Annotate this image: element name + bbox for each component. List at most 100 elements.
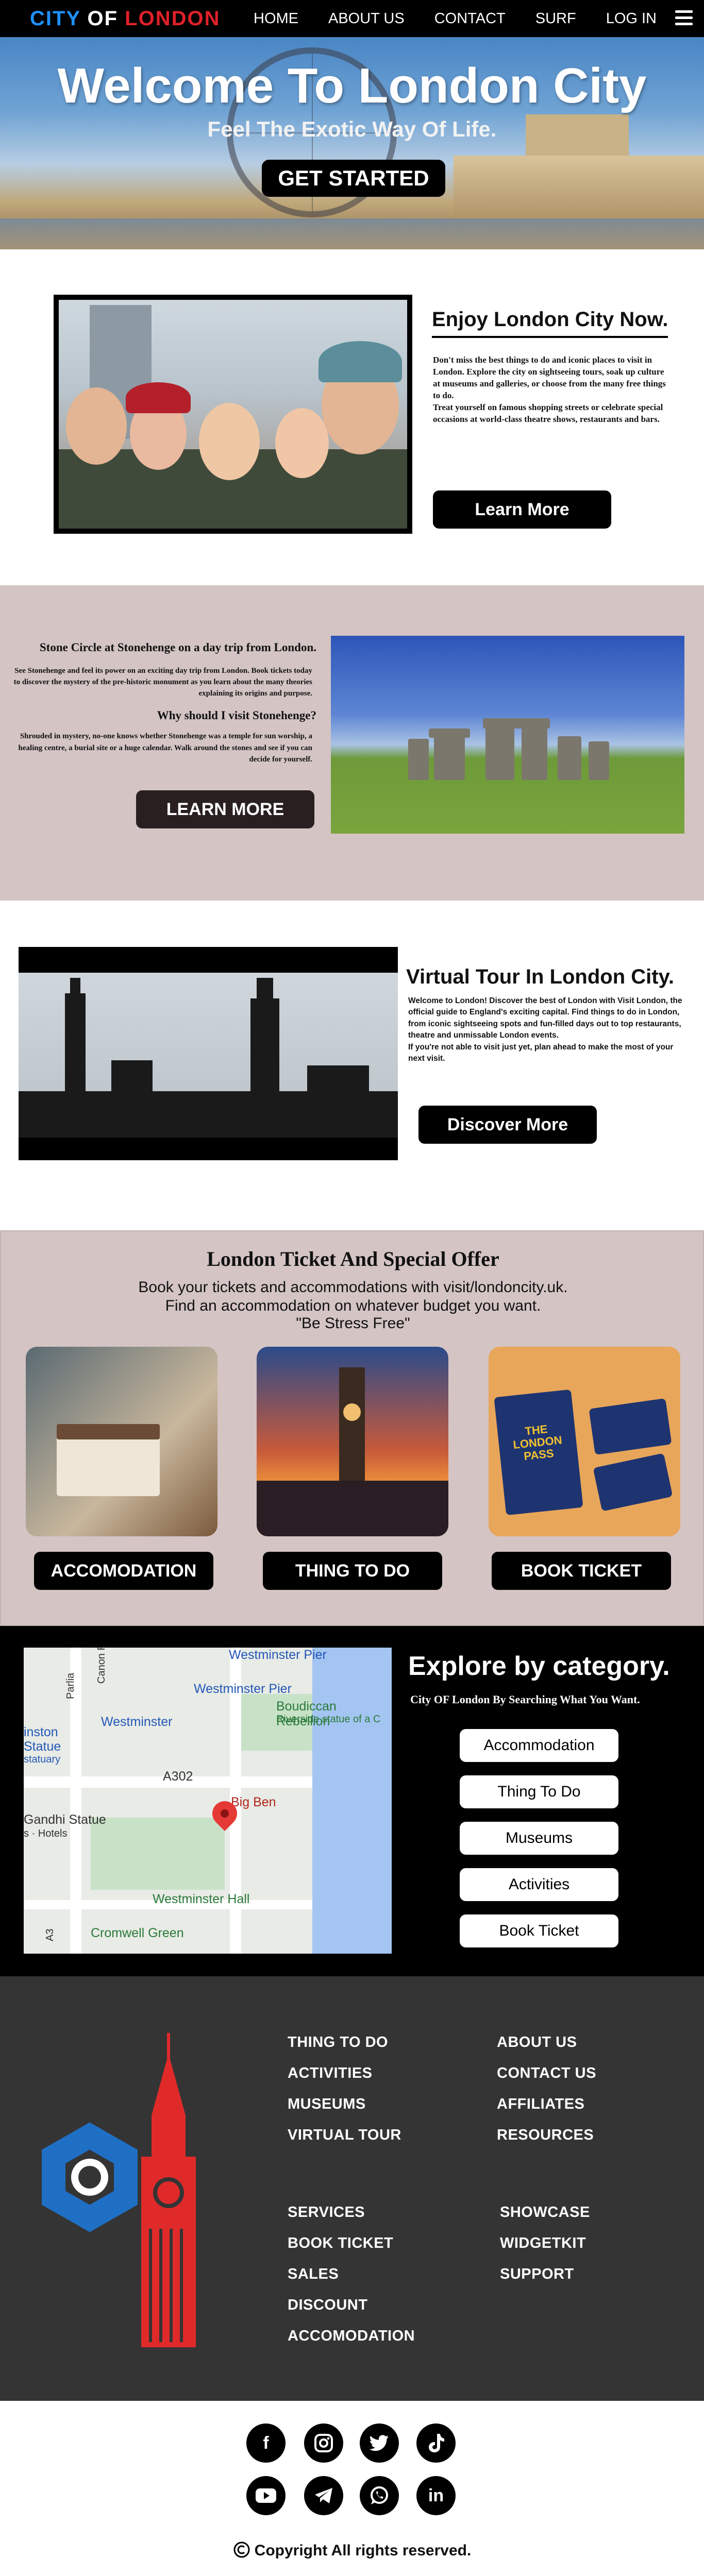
footer-link-thing-to-do[interactable]: THING TO DO <box>288 2034 388 2051</box>
map-label: Westminster Pier <box>194 1682 292 1696</box>
map-label: Westminster Pier <box>229 1648 327 1662</box>
map-label: Big Ben <box>231 1795 276 1809</box>
site-logo[interactable]: CITY OF LONDON <box>30 7 221 30</box>
london-pass-card <box>589 1398 672 1455</box>
map-label: Canon Row <box>96 1648 107 1684</box>
hero-title: Welcome To London City <box>57 58 647 113</box>
stonehenge-image <box>331 636 684 834</box>
footer-link-virtual-tour[interactable]: VIRTUAL TOUR <box>288 2127 401 2144</box>
category-book-ticket-button[interactable]: Book Ticket <box>460 1914 618 1947</box>
footer-link-services[interactable]: SERVICES <box>288 2204 365 2221</box>
footer-link-support[interactable]: SUPPORT <box>500 2266 574 2283</box>
nav-link-surf[interactable]: SURF <box>535 10 576 27</box>
westminster-image <box>19 947 398 1160</box>
footer-link-discount[interactable]: DISCOUNT <box>288 2297 367 2314</box>
map-label: Cromwell Green <box>91 1926 184 1940</box>
footer-link-activities[interactable]: ACTIVITIES <box>288 2065 373 2082</box>
category-museums-button[interactable]: Museums <box>460 1822 618 1855</box>
footer-link-resources[interactable]: RESOURCES <box>497 2127 594 2144</box>
map-label: inston <box>24 1725 58 1739</box>
map-label: s · Hotels <box>24 1828 68 1839</box>
stonehenge-paragraph-2: Shrouded in mystery, no-one knows whethe… <box>18 732 312 764</box>
get-started-button[interactable]: GET STARTED <box>262 160 445 197</box>
location-map[interactable]: Westminster Pier Westminster Pier Westmi… <box>24 1648 392 1954</box>
facebook-icon[interactable]: f <box>246 2424 286 2463</box>
footer-link-widgetkit[interactable]: WIDGETKIT <box>500 2235 586 2252</box>
tickets-title: London Ticket And Special Offer <box>207 1247 499 1270</box>
footer-link-book-ticket[interactable]: BOOK TICKET <box>288 2235 393 2252</box>
logo-part-city: CITY <box>30 7 81 30</box>
virtual-tour-title: Virtual Tour In London City. <box>406 965 674 988</box>
tiktok-icon[interactable] <box>416 2424 456 2463</box>
map-label: Statue <box>24 1739 61 1754</box>
map-label: Westminster <box>101 1715 173 1729</box>
enjoy-title: Enjoy London City Now. <box>432 308 668 331</box>
big-ben-logo-icon <box>42 2033 196 2347</box>
nav-link-home[interactable]: HOME <box>254 10 298 27</box>
book-ticket-button[interactable]: BOOK TICKET <box>492 1552 671 1590</box>
explore-subtitle: City OF London By Searching What You Wan… <box>410 1693 640 1706</box>
footer-link-museums[interactable]: MUSEUMS <box>288 2096 366 2113</box>
explore-title: Explore by category. <box>408 1651 670 1681</box>
logo-part-of: OF <box>80 7 125 30</box>
category-thing-to-do-button[interactable]: Thing To Do <box>460 1775 618 1808</box>
footer-link-affiliates[interactable]: AFFILIATES <box>497 2096 584 2113</box>
hero-subtitle: Feel The Exotic Way Of Life. <box>207 117 497 141</box>
instagram-icon[interactable] <box>304 2424 343 2463</box>
tickets-line-2: Find an accommodation on whatever budget… <box>165 1297 541 1314</box>
whatsapp-icon[interactable] <box>360 2476 399 2515</box>
virtual-tour-description: Welcome to London! Discover the best of … <box>408 995 686 1065</box>
footer-link-contact-us[interactable]: CONTACT US <box>497 2065 596 2082</box>
map-label: A3 <box>44 1928 56 1941</box>
top-navbar: CITY OF LONDON HOME ABOUT US CONTACT SUR… <box>0 0 704 37</box>
stonehenge-heading-2: Why should I visit Stonehenge? <box>157 709 316 722</box>
stonehenge-paragraph-1: See Stonehenge and feel its power on an … <box>13 667 312 698</box>
friends-selfie-image <box>59 300 407 529</box>
category-activities-button[interactable]: Activities <box>460 1868 618 1901</box>
footer-link-accommodation[interactable]: ACCOMODATION <box>288 2328 415 2345</box>
tickets-line-1: Book your tickets and accommodations wit… <box>138 1279 568 1296</box>
enjoy-divider <box>432 336 668 338</box>
hero-banner: Welcome To London City Feel The Exotic W… <box>0 37 704 249</box>
map-label: Riverside statue of a C <box>276 1714 381 1725</box>
nav-links: HOME ABOUT US CONTACT SURF LOG IN <box>254 10 657 27</box>
tickets-section: London Ticket And Special Offer Book you… <box>0 1230 704 1626</box>
footer-link-sales[interactable]: SALES <box>288 2266 339 2283</box>
enjoy-paragraph-1: Don't miss the best things to do and ico… <box>433 355 666 400</box>
virtual-tour-paragraph-1: Welcome to London! Discover the best of … <box>408 996 682 1040</box>
twitter-icon[interactable] <box>360 2424 399 2463</box>
copyright-icon <box>233 2541 250 2558</box>
thing-to-do-card-image[interactable] <box>257 1347 448 1536</box>
youtube-icon[interactable] <box>246 2476 286 2515</box>
enjoy-paragraph-2: Treat yourself on famous shopping street… <box>433 402 663 424</box>
enjoy-photo-frame <box>54 295 412 534</box>
book-ticket-card-image[interactable]: THE LONDON PASS <box>489 1347 680 1536</box>
map-label: Parlia <box>65 1672 76 1699</box>
nav-link-about[interactable]: ABOUT US <box>328 10 405 27</box>
discover-more-button[interactable]: Discover More <box>418 1106 597 1144</box>
footer-link-about-us[interactable]: ABOUT US <box>497 2034 577 2051</box>
nav-link-login[interactable]: LOG IN <box>606 10 657 27</box>
learn-more-button[interactable]: Learn More <box>433 490 611 529</box>
map-label: statuary <box>24 1754 61 1765</box>
linkedin-icon[interactable]: in <box>416 2476 456 2515</box>
logo-part-london: LONDON <box>125 7 221 30</box>
hero-river <box>0 218 704 249</box>
footer-link-showcase[interactable]: SHOWCASE <box>500 2204 590 2221</box>
accommodation-button[interactable]: ACCOMODATION <box>34 1552 213 1590</box>
stonehenge-heading: Stone Circle at Stonehenge on a day trip… <box>39 641 316 654</box>
footer: THING TO DO ACTIVITIES MUSEUMS VIRTUAL T… <box>0 1976 704 2401</box>
stonehenge-learn-more-button[interactable]: LEARN MORE <box>136 790 314 828</box>
london-pass-guidebook: THE LONDON PASS <box>494 1389 583 1516</box>
category-accommodation-button[interactable]: Accommodation <box>460 1729 618 1762</box>
accommodation-card-image[interactable] <box>26 1347 217 1536</box>
social-footer: f in Copyright All rights reserved. <box>0 2401 704 2576</box>
stonehenge-section: Stone Circle at Stonehenge on a day trip… <box>0 585 704 901</box>
telegram-icon[interactable] <box>304 2476 343 2515</box>
copyright-text: Copyright All rights reserved. <box>254 2542 472 2559</box>
menu-icon[interactable] <box>675 10 693 26</box>
nav-link-contact[interactable]: CONTACT <box>434 10 506 27</box>
explore-section: Westminster Pier Westminster Pier Westmi… <box>0 1626 704 1976</box>
tickets-line-3: "Be Stress Free" <box>296 1315 410 1332</box>
thing-to-do-button[interactable]: THING TO DO <box>263 1552 442 1590</box>
